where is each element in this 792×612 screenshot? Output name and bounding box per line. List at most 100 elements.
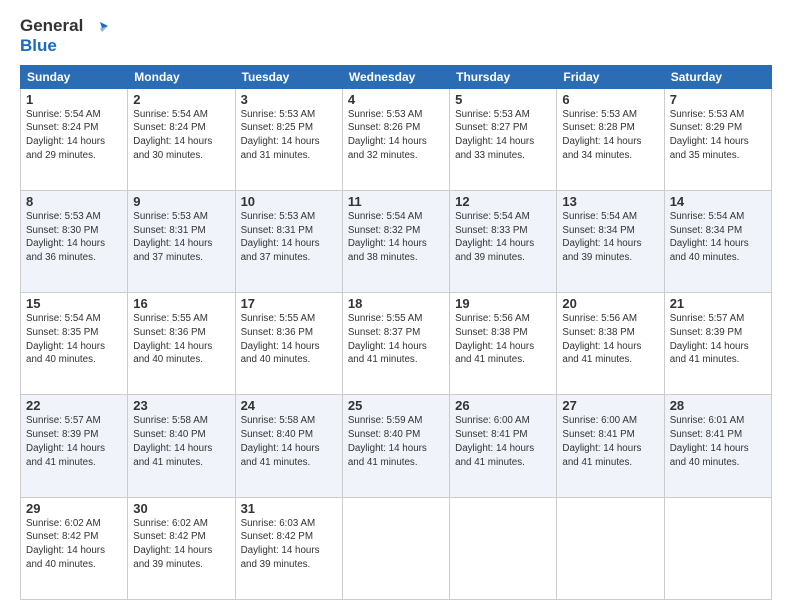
calendar-day-cell: 13 Sunrise: 5:54 AM Sunset: 8:34 PM Dayl… xyxy=(557,191,664,293)
calendar-day-cell: 1 Sunrise: 5:54 AM Sunset: 8:24 PM Dayli… xyxy=(21,88,128,190)
day-number: 24 xyxy=(241,398,337,413)
calendar-day-cell xyxy=(342,497,449,599)
calendar-day-cell: 31 Sunrise: 6:03 AM Sunset: 8:42 PM Dayl… xyxy=(235,497,342,599)
calendar-day-cell: 23 Sunrise: 5:58 AM Sunset: 8:40 PM Dayl… xyxy=(128,395,235,497)
day-info: Sunrise: 6:00 AM Sunset: 8:41 PM Dayligh… xyxy=(455,414,551,469)
calendar-day-cell: 7 Sunrise: 5:53 AM Sunset: 8:29 PM Dayli… xyxy=(664,88,771,190)
calendar-day-cell: 8 Sunrise: 5:53 AM Sunset: 8:30 PM Dayli… xyxy=(21,191,128,293)
day-number: 21 xyxy=(670,296,766,311)
day-info: Sunrise: 5:54 AM Sunset: 8:24 PM Dayligh… xyxy=(26,108,122,163)
day-number: 14 xyxy=(670,194,766,209)
calendar-table: SundayMondayTuesdayWednesdayThursdayFrid… xyxy=(20,65,772,600)
calendar-week-row: 29 Sunrise: 6:02 AM Sunset: 8:42 PM Dayl… xyxy=(21,497,772,599)
calendar-week-row: 15 Sunrise: 5:54 AM Sunset: 8:35 PM Dayl… xyxy=(21,293,772,395)
day-info: Sunrise: 5:56 AM Sunset: 8:38 PM Dayligh… xyxy=(455,312,551,367)
day-number: 6 xyxy=(562,92,658,107)
calendar-day-header: Tuesday xyxy=(235,65,342,88)
calendar-day-cell: 21 Sunrise: 5:57 AM Sunset: 8:39 PM Dayl… xyxy=(664,293,771,395)
day-number: 8 xyxy=(26,194,122,209)
day-number: 17 xyxy=(241,296,337,311)
day-number: 11 xyxy=(348,194,444,209)
calendar-day-cell: 2 Sunrise: 5:54 AM Sunset: 8:24 PM Dayli… xyxy=(128,88,235,190)
calendar-day-cell: 6 Sunrise: 5:53 AM Sunset: 8:28 PM Dayli… xyxy=(557,88,664,190)
day-info: Sunrise: 5:53 AM Sunset: 8:29 PM Dayligh… xyxy=(670,108,766,163)
day-info: Sunrise: 5:53 AM Sunset: 8:31 PM Dayligh… xyxy=(133,210,229,265)
day-info: Sunrise: 5:53 AM Sunset: 8:25 PM Dayligh… xyxy=(241,108,337,163)
day-number: 3 xyxy=(241,92,337,107)
calendar-day-cell: 17 Sunrise: 5:55 AM Sunset: 8:36 PM Dayl… xyxy=(235,293,342,395)
day-number: 23 xyxy=(133,398,229,413)
calendar-day-cell: 20 Sunrise: 5:56 AM Sunset: 8:38 PM Dayl… xyxy=(557,293,664,395)
day-number: 29 xyxy=(26,501,122,516)
calendar-day-cell: 11 Sunrise: 5:54 AM Sunset: 8:32 PM Dayl… xyxy=(342,191,449,293)
calendar-day-cell: 19 Sunrise: 5:56 AM Sunset: 8:38 PM Dayl… xyxy=(450,293,557,395)
day-info: Sunrise: 5:53 AM Sunset: 8:27 PM Dayligh… xyxy=(455,108,551,163)
day-info: Sunrise: 5:55 AM Sunset: 8:37 PM Dayligh… xyxy=(348,312,444,367)
day-number: 20 xyxy=(562,296,658,311)
calendar-day-cell: 9 Sunrise: 5:53 AM Sunset: 8:31 PM Dayli… xyxy=(128,191,235,293)
calendar-day-cell: 27 Sunrise: 6:00 AM Sunset: 8:41 PM Dayl… xyxy=(557,395,664,497)
logo-text: General Blue xyxy=(20,16,108,57)
header: General Blue xyxy=(20,16,772,57)
calendar-day-cell: 12 Sunrise: 5:54 AM Sunset: 8:33 PM Dayl… xyxy=(450,191,557,293)
day-info: Sunrise: 5:58 AM Sunset: 8:40 PM Dayligh… xyxy=(133,414,229,469)
calendar-day-cell: 26 Sunrise: 6:00 AM Sunset: 8:41 PM Dayl… xyxy=(450,395,557,497)
calendar-day-header: Monday xyxy=(128,65,235,88)
calendar-day-cell: 10 Sunrise: 5:53 AM Sunset: 8:31 PM Dayl… xyxy=(235,191,342,293)
day-info: Sunrise: 5:53 AM Sunset: 8:28 PM Dayligh… xyxy=(562,108,658,163)
calendar-day-header: Friday xyxy=(557,65,664,88)
logo: General Blue xyxy=(20,16,108,57)
calendar-header-row: SundayMondayTuesdayWednesdayThursdayFrid… xyxy=(21,65,772,88)
day-number: 28 xyxy=(670,398,766,413)
calendar-day-cell xyxy=(664,497,771,599)
day-info: Sunrise: 5:58 AM Sunset: 8:40 PM Dayligh… xyxy=(241,414,337,469)
day-info: Sunrise: 5:54 AM Sunset: 8:34 PM Dayligh… xyxy=(562,210,658,265)
day-info: Sunrise: 5:54 AM Sunset: 8:35 PM Dayligh… xyxy=(26,312,122,367)
day-number: 30 xyxy=(133,501,229,516)
day-number: 27 xyxy=(562,398,658,413)
day-info: Sunrise: 5:53 AM Sunset: 8:30 PM Dayligh… xyxy=(26,210,122,265)
day-number: 16 xyxy=(133,296,229,311)
day-number: 2 xyxy=(133,92,229,107)
day-number: 10 xyxy=(241,194,337,209)
calendar-day-cell: 14 Sunrise: 5:54 AM Sunset: 8:34 PM Dayl… xyxy=(664,191,771,293)
calendar-day-cell: 4 Sunrise: 5:53 AM Sunset: 8:26 PM Dayli… xyxy=(342,88,449,190)
day-number: 31 xyxy=(241,501,337,516)
day-number: 22 xyxy=(26,398,122,413)
day-number: 18 xyxy=(348,296,444,311)
calendar-day-cell: 5 Sunrise: 5:53 AM Sunset: 8:27 PM Dayli… xyxy=(450,88,557,190)
day-number: 7 xyxy=(670,92,766,107)
day-info: Sunrise: 5:55 AM Sunset: 8:36 PM Dayligh… xyxy=(241,312,337,367)
calendar-day-header: Sunday xyxy=(21,65,128,88)
day-info: Sunrise: 6:02 AM Sunset: 8:42 PM Dayligh… xyxy=(133,517,229,572)
calendar-week-row: 8 Sunrise: 5:53 AM Sunset: 8:30 PM Dayli… xyxy=(21,191,772,293)
day-number: 12 xyxy=(455,194,551,209)
day-number: 9 xyxy=(133,194,229,209)
calendar-day-cell: 25 Sunrise: 5:59 AM Sunset: 8:40 PM Dayl… xyxy=(342,395,449,497)
day-info: Sunrise: 5:54 AM Sunset: 8:24 PM Dayligh… xyxy=(133,108,229,163)
logo-bird-icon xyxy=(90,18,108,36)
day-info: Sunrise: 5:59 AM Sunset: 8:40 PM Dayligh… xyxy=(348,414,444,469)
calendar-day-cell: 28 Sunrise: 6:01 AM Sunset: 8:41 PM Dayl… xyxy=(664,395,771,497)
calendar-day-cell: 18 Sunrise: 5:55 AM Sunset: 8:37 PM Dayl… xyxy=(342,293,449,395)
day-number: 19 xyxy=(455,296,551,311)
day-info: Sunrise: 5:57 AM Sunset: 8:39 PM Dayligh… xyxy=(26,414,122,469)
day-info: Sunrise: 5:53 AM Sunset: 8:31 PM Dayligh… xyxy=(241,210,337,265)
calendar-day-header: Wednesday xyxy=(342,65,449,88)
day-number: 1 xyxy=(26,92,122,107)
calendar-day-cell: 29 Sunrise: 6:02 AM Sunset: 8:42 PM Dayl… xyxy=(21,497,128,599)
calendar-day-cell: 3 Sunrise: 5:53 AM Sunset: 8:25 PM Dayli… xyxy=(235,88,342,190)
calendar-day-cell: 30 Sunrise: 6:02 AM Sunset: 8:42 PM Dayl… xyxy=(128,497,235,599)
calendar-day-cell: 22 Sunrise: 5:57 AM Sunset: 8:39 PM Dayl… xyxy=(21,395,128,497)
day-info: Sunrise: 6:03 AM Sunset: 8:42 PM Dayligh… xyxy=(241,517,337,572)
calendar-day-cell xyxy=(557,497,664,599)
calendar-day-header: Saturday xyxy=(664,65,771,88)
calendar-day-header: Thursday xyxy=(450,65,557,88)
day-number: 26 xyxy=(455,398,551,413)
day-number: 4 xyxy=(348,92,444,107)
day-info: Sunrise: 5:56 AM Sunset: 8:38 PM Dayligh… xyxy=(562,312,658,367)
calendar-day-cell: 24 Sunrise: 5:58 AM Sunset: 8:40 PM Dayl… xyxy=(235,395,342,497)
day-info: Sunrise: 5:54 AM Sunset: 8:33 PM Dayligh… xyxy=(455,210,551,265)
day-info: Sunrise: 5:57 AM Sunset: 8:39 PM Dayligh… xyxy=(670,312,766,367)
calendar-day-cell: 15 Sunrise: 5:54 AM Sunset: 8:35 PM Dayl… xyxy=(21,293,128,395)
